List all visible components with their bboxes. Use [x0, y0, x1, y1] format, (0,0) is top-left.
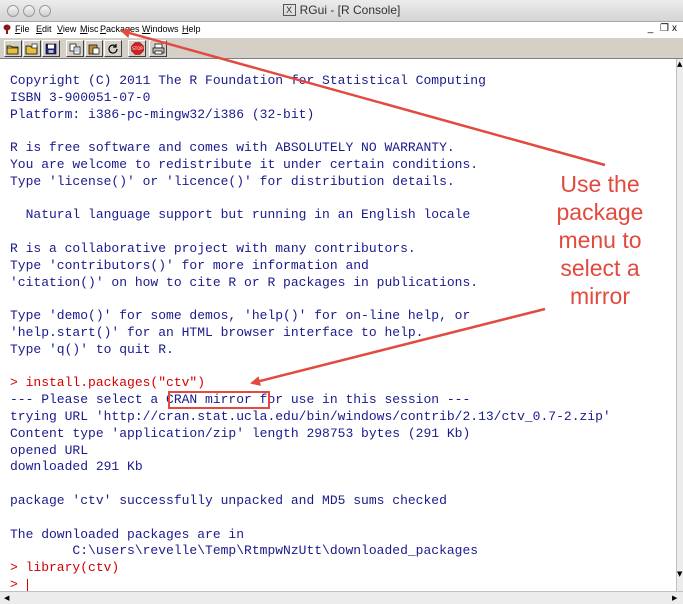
x11-icon: X — [282, 4, 296, 16]
console-output-line: Type 'contributors()' for more informati… — [10, 257, 369, 273]
r-logo-icon — [3, 24, 11, 34]
annotation-line-4: select a — [560, 255, 640, 281]
cran-mirror-highlight — [168, 391, 270, 410]
horizontal-scrollbar[interactable]: ◀ ▶ — [0, 591, 683, 604]
console-output-line: package 'ctv' successfully unpacked and … — [10, 493, 447, 508]
annotation-line-5: mirror — [569, 283, 631, 309]
open-script-icon — [6, 45, 19, 54]
console-output-line: Content type 'application/zip' length 29… — [10, 425, 471, 441]
console-output-line: opened URL — [10, 442, 89, 458]
console-output-line: trying URL 'http://cran.stat.ucla.edu/bi… — [10, 409, 611, 424]
console-input-line: > library(ctv) — [10, 560, 120, 576]
console-output-line: Natural language support but running in … — [10, 207, 471, 223]
scroll-right-arrow-icon[interactable]: ▶ — [672, 595, 677, 602]
annotation-line-3: menu to — [558, 227, 642, 253]
load-workspace-icon — [25, 43, 38, 54]
save-workspace-button[interactable] — [42, 40, 60, 57]
console-output-line: You are welcome to redistribute it under… — [10, 157, 479, 172]
console-output-line: R is a collaborative project with many c… — [10, 241, 416, 256]
copy-button[interactable] — [66, 40, 84, 57]
print-icon — [152, 43, 164, 54]
menu-misc[interactable]: Misc — [80, 24, 99, 34]
open-script-button[interactable] — [4, 40, 22, 57]
stop-button[interactable]: STOP — [128, 40, 146, 57]
menu-view[interactable]: View — [57, 24, 76, 34]
scroll-up-arrow-icon[interactable]: ▲ — [677, 61, 682, 68]
menu-windows[interactable]: Windows — [142, 24, 179, 34]
svg-text:STOP: STOP — [132, 46, 143, 51]
scroll-left-arrow-icon[interactable]: ◀ — [4, 595, 9, 602]
stop-icon: STOP — [130, 42, 144, 55]
title-bar: X RGui - [R Console] — [0, 0, 683, 22]
copy-paste-button[interactable] — [104, 40, 122, 57]
console-output-line: C:\users\revelle\Temp\RtmpwNzUtt\downloa… — [10, 543, 479, 559]
console-output-line: ISBN 3-900051-07-0 — [10, 89, 151, 105]
console-output-line: Type 'demo()' for some demos, 'help()' f… — [10, 308, 471, 324]
menu-help[interactable]: Help — [182, 24, 201, 34]
mdi-restore-button[interactable]: ❐ — [655, 23, 671, 34]
menu-file[interactable]: File — [15, 24, 30, 34]
console-output-line: The downloaded packages are in — [10, 526, 245, 542]
annotation-line-2: package — [556, 199, 644, 225]
annotation-line-1: Use the — [560, 171, 640, 197]
console-output-line: downloaded 291 Kb — [10, 459, 143, 475]
menu-edit[interactable]: Edit — [36, 24, 52, 34]
scroll-down-arrow-icon[interactable]: ▼ — [677, 571, 682, 578]
toolbar: STOP — [0, 37, 683, 59]
copy-icon — [69, 43, 80, 54]
window-title-wrap: X RGui - [R Console] — [0, 3, 683, 17]
load-workspace-button[interactable] — [23, 40, 41, 57]
menu-bar: File Edit View Misc Packages Windows Hel… — [0, 22, 683, 37]
mdi-window-controls: _ ❐ x — [647, 23, 679, 34]
r-console-output[interactable]: Copyright (C) 2011 The R Foundation for … — [0, 59, 676, 591]
print-button[interactable] — [149, 40, 167, 57]
window-title: RGui - [R Console] — [299, 3, 401, 17]
paste-button[interactable] — [85, 40, 103, 57]
annotation-callout: Use the package menu to select a mirror — [520, 170, 680, 310]
mdi-minimize-button[interactable]: _ — [647, 23, 656, 34]
paste-icon — [88, 44, 99, 54]
console-input-line: > — [10, 577, 26, 591]
console-output-line: Type 'license()' or 'licence()' for dist… — [10, 173, 455, 189]
console-output-line: Platform: i386-pc-mingw32/i386 (32-bit) — [10, 106, 315, 122]
text-cursor — [27, 579, 28, 591]
console-input-line: > install.packages("ctv") — [10, 375, 206, 391]
vertical-scrollbar[interactable]: ▲ ▼ — [676, 59, 683, 591]
refresh-icon — [107, 43, 118, 54]
mdi-close-button[interactable]: x — [671, 23, 679, 34]
console-output-line: Copyright (C) 2011 The R Foundation for … — [10, 73, 486, 88]
menu-packages[interactable]: Packages — [100, 24, 140, 34]
console-output-line: 'help.start()' for an HTML browser inter… — [10, 325, 424, 340]
console-output-line: 'citation()' on how to cite R or R packa… — [10, 274, 479, 290]
save-workspace-icon — [45, 43, 57, 54]
console-output-line: R is free software and comes with ABSOLU… — [10, 140, 455, 156]
console-output-line: Type 'q()' to quit R. — [10, 341, 174, 357]
